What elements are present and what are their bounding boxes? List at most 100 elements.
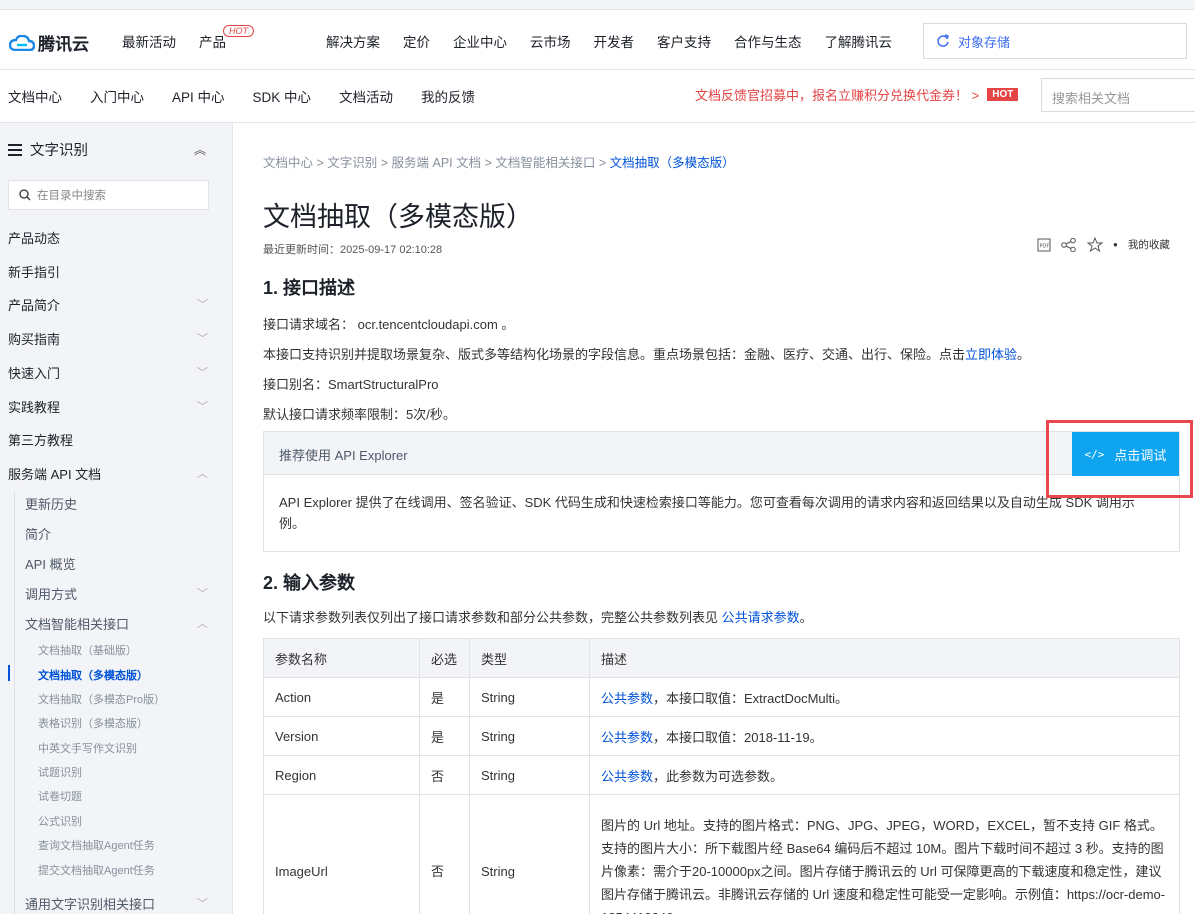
sidebar-item-server-api[interactable]: 服务端 API 文档 ︿ [8, 464, 213, 483]
sidebar-leaf-question-recognition[interactable]: 试题识别 [38, 764, 82, 780]
subnav-doc-events[interactable]: 文档活动 [339, 86, 393, 106]
sidebar-sub-call-methods[interactable]: 调用方式 ﹀ [25, 584, 213, 603]
sidebar-item-purchase-guide[interactable]: 购买指南 ﹀ [8, 329, 213, 348]
sidebar-leaf-query-agent-task[interactable]: 查询文档抽取Agent任务 [38, 837, 155, 853]
breadcrumb-item[interactable]: 文档智能相关接口 [495, 156, 595, 170]
param-type: String [469, 677, 590, 717]
sidebar-item-quick-start[interactable]: 快速入门 ﹀ [8, 363, 213, 382]
share-icon[interactable] [1061, 237, 1077, 252]
sidebar-sub-general-ocr[interactable]: 通用文字识别相关接口 ﹀ [25, 894, 213, 913]
browser-top-strip [0, 0, 1195, 10]
nav-item-marketplace[interactable]: 云市场 [530, 31, 571, 51]
menu-icon[interactable] [8, 143, 22, 156]
breadcrumb-item[interactable]: 文字识别 [327, 156, 377, 170]
tencent-cloud-logo[interactable]: 腾讯云 [9, 30, 89, 55]
sidebar-item-label: 产品动态 [8, 231, 61, 246]
sidebar-leaf-handwriting-essay[interactable]: 中英文手写作文识别 [38, 740, 137, 756]
refresh-search-icon [937, 34, 949, 47]
param-required: 是 [419, 716, 470, 756]
sidebar-sub-intro[interactable]: 简介 [25, 524, 213, 543]
sidebar-sub-changelog[interactable]: 更新历史 [25, 494, 213, 513]
sidebar-leaf-submit-agent-task[interactable]: 提交文档抽取Agent任务 [38, 862, 155, 878]
sidebar-item-third-party[interactable]: 第三方教程 [8, 430, 213, 449]
promo-text: 文档反馈官招募中，报名立赚积分兑换代金券！ > [695, 88, 980, 103]
breadcrumb: 文档中心 > 文字识别 > 服务端 API 文档 > 文档智能相关接口 > 文档… [263, 156, 735, 170]
sidebar-leaf-extract-multimodal-pro[interactable]: 文档抽取（多模态Pro版） [38, 691, 165, 707]
nav-item-about[interactable]: 了解腾讯云 [825, 31, 893, 51]
nav-item-pricing[interactable]: 定价 [403, 31, 430, 51]
promo-hot-badge: HOT [987, 88, 1019, 101]
table-row: Action 是 String 公共参数，本接口取值：ExtractDocMul… [263, 677, 1180, 717]
sidebar-item-newbie-guide[interactable]: 新手指引 [8, 262, 213, 281]
sidebar-sub-doc-intelligence[interactable]: 文档智能相关接口 ︿ [25, 614, 213, 633]
sidebar-sub-label: 更新历史 [25, 497, 78, 512]
nav-item-developers[interactable]: 开发者 [594, 31, 635, 51]
star-icon[interactable] [1087, 237, 1103, 252]
chevron-down-icon: ﹀ [197, 898, 208, 910]
param-required: 否 [419, 755, 470, 795]
table-row: ImageUrl 否 String 图片的 Url 地址。支持的图片格式：PNG… [263, 794, 1180, 914]
promo-banner-link[interactable]: 文档反馈官招募中，报名立赚积分兑换代金券！ > HOT [695, 85, 1019, 104]
subnav-api-center[interactable]: API 中心 [172, 86, 225, 106]
favorites-link[interactable]: 我的收藏 [1128, 237, 1170, 252]
interface-description: 本接口支持识别并提取场景复杂、版式多等结构化场景的字段信息。重点场景包括：金融、… [263, 344, 1030, 363]
api-explorer-body: API Explorer 提供了在线调用、签名验证、SDK 代码生成和快速检索接… [279, 495, 1135, 531]
sidebar-search-placeholder: 在目录中搜索 [37, 190, 106, 202]
breadcrumb-item[interactable]: 服务端 API 文档 [392, 156, 482, 170]
breadcrumb-item[interactable]: 文档中心 [263, 156, 313, 170]
sidebar-sub-label: 调用方式 [25, 587, 78, 602]
sidebar-leaf-paper-cutting[interactable]: 试卷切题 [38, 788, 82, 804]
doc-search-input[interactable]: 搜索相关文档 [1041, 78, 1195, 112]
sidebar-title-text: 文字识别 [30, 143, 88, 159]
sidebar-sub-api-overview[interactable]: API 概览 [25, 554, 213, 573]
pdf-icon[interactable]: PDF [1037, 238, 1051, 252]
subnav-getting-started[interactable]: 入门中心 [90, 86, 144, 106]
subnav-doc-center[interactable]: 文档中心 [8, 86, 62, 106]
sidebar-leaf-extract-basic[interactable]: 文档抽取（基础版） [38, 642, 137, 658]
search-icon [19, 189, 31, 201]
param-desc: 图片的 Url 地址。支持的图片格式：PNG、JPG、JPEG，WORD，EXC… [589, 794, 1180, 914]
cloud-logo-icon [9, 34, 35, 51]
sidebar-item-tutorials[interactable]: 实践教程 ﹀ [8, 397, 213, 416]
sidebar-item-product-updates[interactable]: 产品动态 [8, 228, 213, 247]
param-desc-text: ，此参数为可选参数。 [653, 768, 784, 784]
nav-item-products[interactable]: 产品HOT [199, 25, 303, 51]
period-text: 。 [799, 610, 813, 625]
page-title: 文档抽取（多模态版） [263, 202, 533, 232]
sidebar: 文字识别 ︽ 在目录中搜索 产品动态 新手指引 产品简介 ﹀ 购买指南 ﹀ 快速入门… [0, 123, 233, 914]
nav-item-products-label: 产品 [199, 35, 226, 50]
nav-item-partners[interactable]: 合作与生态 [734, 31, 802, 51]
global-search-box[interactable]: 对象存储 [923, 23, 1187, 59]
nav-item-support[interactable]: 客户支持 [657, 31, 711, 51]
param-name: ImageUrl [263, 794, 420, 914]
sidebar-leaf-formula-recognition[interactable]: 公式识别 [38, 813, 82, 829]
sidebar-search-input[interactable]: 在目录中搜索 [8, 180, 209, 210]
sidebar-item-label: 服务端 API 文档 [8, 467, 102, 482]
param-desc: 公共参数，本接口取值：2018-11-19。 [589, 716, 1180, 756]
chevron-up-double-icon[interactable]: ︽ [194, 141, 206, 158]
sidebar-leaf-table-recognition[interactable]: 表格识别（多模态版） [38, 715, 148, 731]
param-desc-text: ，本接口取值：2018-11-19。 [653, 729, 823, 745]
sidebar-leaf-extract-multimodal[interactable]: 文档抽取（多模态版） [38, 667, 148, 683]
sidebar-item-product-intro[interactable]: 产品简介 ﹀ [8, 295, 213, 314]
try-now-link[interactable]: 立即体验 [965, 347, 1017, 362]
column-header: 描述 [589, 638, 1180, 678]
nav-item-enterprise[interactable]: 企业中心 [453, 31, 507, 51]
nav-item-latest-events[interactable]: 最新活动 [122, 31, 176, 51]
common-param-link[interactable]: 公共参数 [601, 691, 653, 706]
breadcrumb-current: 文档抽取（多模态版） [609, 156, 735, 170]
param-name: Action [263, 677, 420, 717]
sidebar-sub-label: API 概览 [25, 557, 76, 572]
subnav-sdk-center[interactable]: SDK 中心 [253, 86, 312, 106]
param-desc: 公共参数，本接口取值：ExtractDocMulti。 [589, 677, 1180, 717]
main-content: 文档中心 > 文字识别 > 服务端 API 文档 > 文档智能相关接口 > 文档… [233, 123, 1195, 914]
common-params-link[interactable]: 公共请求参数 [722, 610, 800, 625]
column-header: 参数名称 [263, 638, 420, 678]
common-param-link[interactable]: 公共参数 [601, 730, 653, 745]
nav-item-solutions[interactable]: 解决方案 [326, 31, 380, 51]
common-param-link[interactable]: 公共参数 [601, 769, 653, 784]
param-name: Version [263, 716, 420, 756]
subnav-my-feedback[interactable]: 我的反馈 [421, 86, 475, 106]
table-header-row: 参数名称 必选 类型 描述 [263, 638, 1180, 678]
last-updated: 最近更新时间：2025-09-17 02:10:28 [263, 244, 443, 256]
